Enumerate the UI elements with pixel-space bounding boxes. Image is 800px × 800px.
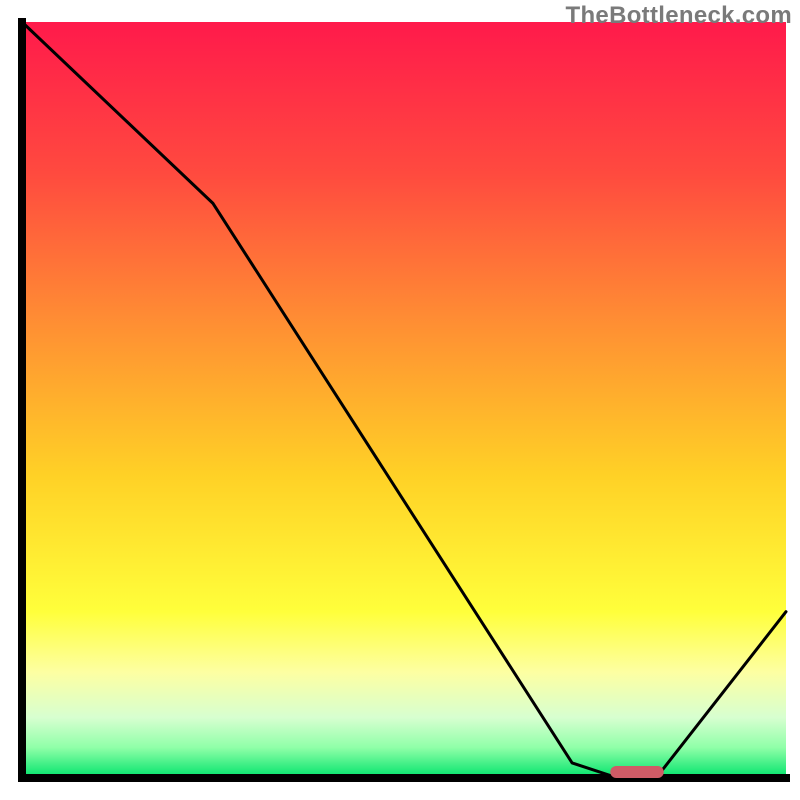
optimal-range-marker — [610, 766, 663, 778]
watermark-text: TheBottleneck.com — [566, 2, 792, 30]
plot-background — [22, 22, 786, 778]
bottleneck-chart — [0, 0, 800, 800]
chart-stage: TheBottleneck.com — [0, 0, 800, 800]
